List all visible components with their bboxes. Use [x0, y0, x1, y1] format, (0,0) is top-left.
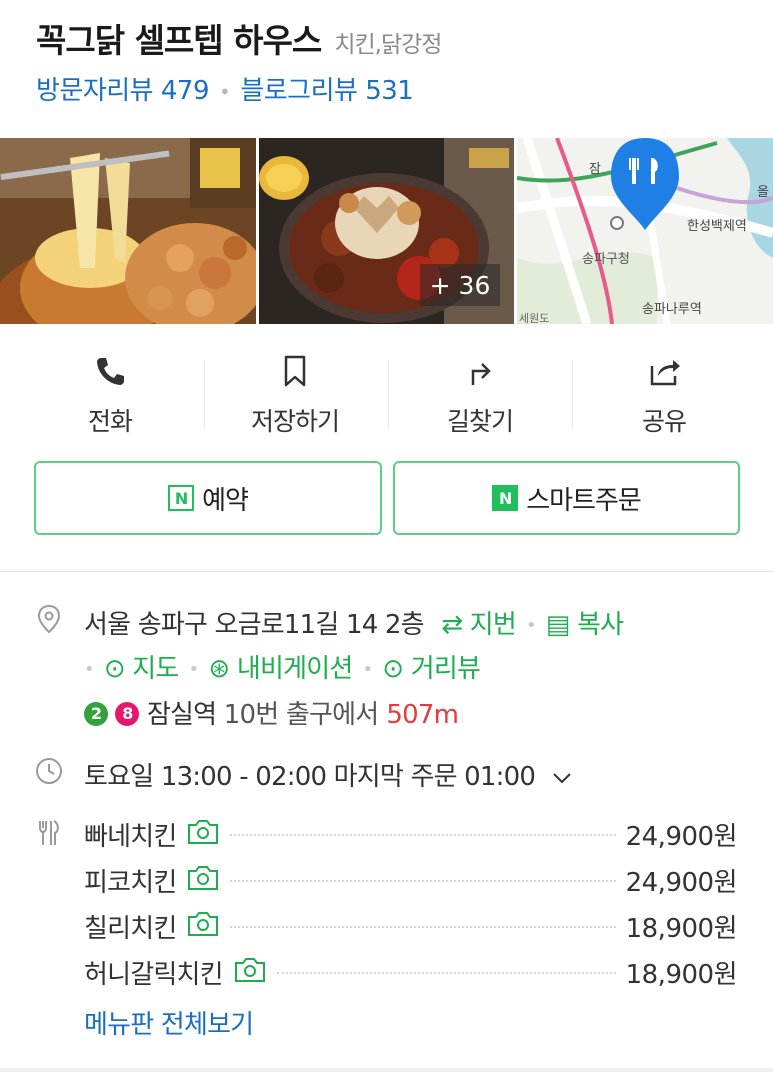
map-label-corner: 세원도	[519, 312, 549, 324]
photo-strip: + 36 잠 올 한성백제역 송파구청 송파나루역 세원도	[0, 138, 773, 324]
action-bar: 전화 저장하기 길찾기 공유	[0, 324, 773, 444]
map-label-station-top: 잠	[589, 162, 601, 177]
separator-dot: •	[219, 80, 231, 104]
directions-label: 길찾기	[446, 407, 514, 436]
call-button[interactable]: 전화	[17, 324, 203, 444]
subway-line-2-badge: 2	[84, 701, 108, 726]
menu-item-name: 칠리치킨	[84, 908, 220, 945]
call-label: 전화	[87, 407, 133, 436]
hours-row[interactable]: 토요일 13:00 - 02:00 마지막 주문 01:00	[84, 756, 573, 793]
dotted-leader	[276, 972, 616, 974]
copy-label: 복사	[577, 610, 624, 640]
visitor-review-link[interactable]: 방문자리뷰 479	[36, 76, 210, 106]
camera-icon[interactable]	[233, 956, 267, 991]
bookmark-icon	[284, 355, 306, 387]
save-label: 저장하기	[250, 407, 340, 436]
naver-booking-icon: N	[168, 485, 195, 511]
smart-order-button[interactable]: N 스마트주문	[393, 461, 740, 535]
menu-item-label: 빠네치킨	[84, 822, 177, 852]
separator-dot: •	[525, 615, 537, 636]
menu-item-name: 빠네치킨	[84, 816, 220, 853]
visitor-review-label: 방문자리뷰	[36, 76, 154, 106]
dotted-leader	[230, 834, 616, 836]
menu-item-price: 24,900원	[625, 868, 738, 898]
clock-icon	[36, 758, 62, 784]
map-thumbnail[interactable]: 잠 올 한성백제역 송파구청 송파나루역 세원도	[517, 138, 773, 324]
address-row: 서울 송파구 오금로11길 14 2층 ⇄ 지번 • ▤ 복사	[84, 604, 624, 641]
blog-review-label: 블로그리뷰	[240, 76, 358, 106]
map-label-station-right: 올	[757, 185, 769, 200]
navigation-label: 내비게이션	[236, 654, 353, 684]
subway-line-8-badge: 8	[115, 701, 140, 726]
copy-button[interactable]: ▤ 복사	[545, 610, 624, 640]
blog-review-count: 531	[365, 76, 414, 106]
walk-distance: 507m	[386, 700, 459, 730]
menu-utensils-icon	[39, 820, 59, 845]
address-links-row: • ⊙ 지도 • ⊛ 내비게이션 • ⊙ 거리뷰	[84, 648, 481, 685]
food-photo-chicken-platter[interactable]: + 36	[259, 138, 514, 324]
visitor-review-count: 479	[160, 76, 210, 106]
subway-row: 2 8 잠실역 10번 출구에서 507m	[84, 694, 459, 731]
menu-item-label: 칠리치킨	[84, 914, 177, 944]
share-icon	[650, 360, 680, 386]
street-view-link[interactable]: ⊙ 거리뷰	[382, 654, 481, 684]
place-category: 치킨,닭강정	[334, 32, 442, 58]
navigation-icon: ⊛	[208, 654, 230, 684]
map-link[interactable]: ⊙ 지도	[103, 654, 180, 684]
separator-dot: •	[84, 659, 95, 680]
save-button[interactable]: 저장하기	[202, 324, 388, 444]
street-view-icon: ⊙	[382, 654, 404, 684]
camera-icon[interactable]	[186, 864, 220, 899]
separator-dot: •	[188, 659, 200, 680]
camera-icon[interactable]	[186, 818, 220, 853]
station-name: 잠실역	[146, 700, 217, 730]
bottom-divider	[0, 1068, 773, 1072]
more-photos-count[interactable]: + 36	[420, 264, 500, 306]
map-pin-small-icon: ⊙	[103, 654, 126, 684]
smart-order-label: 스마트주문	[526, 485, 642, 516]
swap-icon: ⇄	[441, 610, 463, 640]
menu-view-all-link[interactable]: 메뉴판 전체보기	[84, 1004, 254, 1041]
reserve-button[interactable]: N 예약	[34, 461, 382, 535]
map-label-hanseong: 한성백제역	[687, 219, 747, 234]
map-label-songpanaru: 송파나루역	[642, 302, 702, 317]
exit-text: 10번 출구에서	[223, 700, 379, 730]
menu-item-price: 18,900원	[625, 914, 738, 944]
food-photo-cheese-chicken[interactable]	[0, 138, 256, 324]
menu-item-name: 허니갈릭치킨	[84, 954, 267, 991]
menu-item-name: 피코치킨	[84, 862, 220, 899]
navigation-link[interactable]: ⊛ 내비게이션	[208, 654, 353, 684]
jibun-label: 지번	[469, 610, 517, 640]
menu-item-price: 18,900원	[625, 960, 738, 990]
review-row: 방문자리뷰 479 • 블로그리뷰 531	[36, 70, 414, 107]
separator-dot: •	[362, 659, 373, 680]
copy-icon: ▤	[545, 610, 571, 640]
reserve-label: 예약	[202, 485, 249, 516]
menu-item-label: 허니갈릭치킨	[84, 960, 224, 990]
share-button[interactable]: 공유	[571, 324, 757, 444]
blog-review-link[interactable]: 블로그리뷰 531	[240, 76, 414, 106]
map-label-songpa-office: 송파구청	[582, 252, 630, 267]
share-label: 공유	[641, 407, 687, 436]
directions-button[interactable]: 길찾기	[387, 324, 573, 444]
dotted-leader	[230, 880, 616, 882]
menu-item-price: 24,900원	[625, 822, 738, 852]
camera-icon[interactable]	[186, 910, 220, 945]
dotted-leader	[230, 926, 616, 928]
map-label: 지도	[132, 654, 179, 684]
section-divider	[0, 571, 773, 572]
phone-icon	[97, 358, 124, 385]
jibun-toggle[interactable]: ⇄ 지번	[441, 610, 517, 640]
location-pin-icon	[37, 604, 61, 634]
place-name: 꼭그닭 셀프텝 하우스	[36, 21, 322, 60]
street-view-label: 거리뷰	[410, 654, 481, 684]
hours-text: 토요일 13:00 - 02:00 마지막 주문 01:00	[84, 762, 536, 792]
directions-icon	[471, 363, 491, 385]
title-row: 꼭그닭 셀프텝 하우스 치킨,닭강정	[36, 14, 442, 62]
chevron-down-icon	[552, 772, 571, 783]
menu-item-label: 피코치킨	[84, 868, 177, 898]
address-text: 서울 송파구 오금로11길 14 2층	[84, 610, 425, 640]
naver-order-icon: N	[492, 485, 519, 511]
